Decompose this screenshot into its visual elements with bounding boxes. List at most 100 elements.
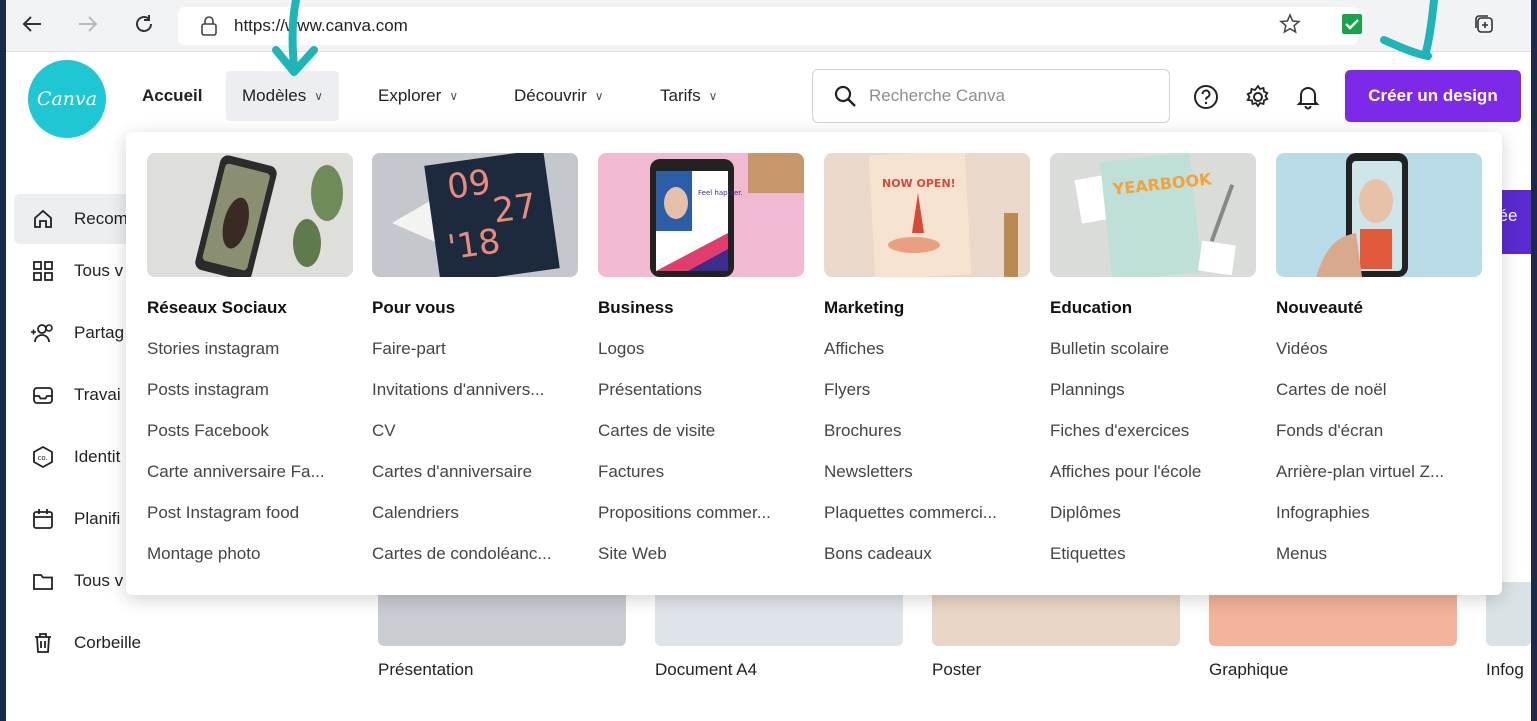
nav-tarifs[interactable]: Tarifs ∨	[644, 71, 733, 121]
card-label-infographic[interactable]: Infog	[1486, 660, 1524, 680]
menu-item[interactable]: Calendriers	[372, 503, 578, 523]
thumb-for-you[interactable]: 09 27 '18	[372, 153, 578, 277]
thumb-marketing[interactable]: NOW OPEN!	[824, 153, 1030, 277]
help-icon[interactable]	[1192, 83, 1220, 111]
menu-item[interactable]: Plannings	[1050, 380, 1256, 400]
menu-item[interactable]: Post Instagram food	[147, 503, 353, 523]
menu-item[interactable]: Posts Facebook	[147, 421, 353, 441]
menu-item[interactable]: Cartes de visite	[598, 421, 804, 441]
column-title[interactable]: Réseaux Sociaux	[147, 298, 287, 318]
shared-users-icon	[28, 322, 58, 344]
column-title[interactable]: Marketing	[824, 298, 904, 318]
column-title[interactable]: Education	[1050, 298, 1132, 318]
thumb-date-year: '18	[445, 221, 503, 268]
menu-item[interactable]: Diplômes	[1050, 503, 1256, 523]
screen: https://www.canva.com Canva Accueil Modè…	[6, 0, 1531, 721]
back-arrow-icon[interactable]	[20, 12, 44, 36]
menu-item[interactable]: Présentations	[598, 380, 804, 400]
search-input[interactable]	[869, 82, 1159, 110]
lock-icon	[200, 16, 218, 40]
thumb-feel-happier: Feel happier.	[698, 189, 743, 197]
thumb-education[interactable]: YEARBOOK	[1050, 153, 1256, 277]
menu-item[interactable]: Carte anniversaire Fa...	[147, 462, 353, 482]
chevron-down-icon: ∨	[594, 89, 604, 103]
nav-explorer[interactable]: Explorer ∨	[362, 71, 474, 121]
app-header: Canva Accueil Modèles ∨ Explorer ∨ Décou…	[6, 52, 1531, 142]
sidebar-item-label: Tous v	[74, 571, 124, 590]
menu-item[interactable]: Faire-part	[372, 339, 578, 359]
menu-item[interactable]: Montage photo	[147, 544, 353, 564]
menu-item[interactable]: Fonds d'écran	[1276, 421, 1482, 441]
reload-icon[interactable]	[132, 12, 156, 36]
menu-item[interactable]: Affiches pour l'école	[1050, 462, 1256, 482]
gear-icon[interactable]	[1244, 83, 1272, 111]
column-title[interactable]: Pour vous	[372, 298, 455, 318]
inbox-icon	[28, 384, 58, 406]
sidebar-item-trash[interactable]: Corbeille	[14, 618, 334, 668]
menu-item[interactable]: Plaquettes commerci...	[824, 503, 1030, 523]
search-box[interactable]	[812, 69, 1170, 123]
thumb-social-media[interactable]	[147, 153, 353, 277]
menu-item[interactable]: Cartes d'anniversaire	[372, 462, 578, 482]
sidebar-item-label: Recom	[74, 209, 128, 228]
nav-decouvrir[interactable]: Découvrir ∨	[498, 71, 620, 121]
address-bar[interactable]: https://www.canva.com	[178, 7, 1358, 45]
collections-icon[interactable]	[1472, 12, 1496, 36]
menu-item[interactable]: Cartes de noël	[1276, 380, 1482, 400]
column-title[interactable]: Nouveauté	[1276, 298, 1363, 318]
folder-icon	[28, 570, 58, 592]
grid-icon	[28, 260, 58, 282]
menu-item[interactable]: CV	[372, 421, 578, 441]
menu-item[interactable]: Site Web	[598, 544, 804, 564]
card-label-poster[interactable]: Poster	[932, 660, 981, 680]
menu-item[interactable]: Invitations d'annivers...	[372, 380, 578, 400]
menu-item[interactable]: Flyers	[824, 380, 1030, 400]
sidebar-item-label: Planifi	[74, 509, 121, 528]
menu-item[interactable]: Stories instagram	[147, 339, 353, 359]
menu-item[interactable]: Affiches	[824, 339, 1030, 359]
menu-item[interactable]: Posts instagram	[147, 380, 353, 400]
menu-item[interactable]: Brochures	[824, 421, 1030, 441]
svg-text:co.: co.	[38, 454, 48, 462]
browser-toolbar: https://www.canva.com	[6, 0, 1531, 52]
chevron-down-icon: ∨	[449, 89, 459, 103]
calendar-icon	[28, 508, 58, 530]
thumb-business[interactable]: Feel happier.	[598, 153, 804, 277]
menu-item[interactable]: Etiquettes	[1050, 544, 1256, 564]
nav-label: Accueil	[142, 86, 203, 105]
menu-item[interactable]: Newsletters	[824, 462, 1030, 482]
forward-arrow-icon[interactable]	[76, 12, 100, 36]
bell-icon[interactable]	[1294, 83, 1322, 111]
nav-accueil[interactable]: Accueil	[126, 71, 218, 121]
home-icon	[28, 208, 58, 230]
card-label-document[interactable]: Document A4	[655, 660, 757, 680]
brand-kit-icon: co.	[28, 446, 58, 468]
annotation-arrow-icon	[272, 0, 318, 76]
favorite-star-icon[interactable]	[1278, 12, 1302, 36]
menu-item[interactable]: Bons cadeaux	[824, 544, 1030, 564]
annotation-arrow-icon	[1380, 0, 1438, 60]
create-design-button[interactable]: Créer un design	[1345, 70, 1521, 122]
nav-label: Modèles	[242, 86, 307, 105]
menu-item[interactable]: Infographies	[1276, 503, 1482, 523]
thumb-new[interactable]	[1276, 153, 1482, 277]
nav-label: Explorer	[378, 86, 442, 105]
menu-item[interactable]: Fiches d'exercices	[1050, 421, 1256, 441]
menu-item[interactable]: Cartes de condoléanc...	[372, 544, 578, 564]
menu-item[interactable]: Factures	[598, 462, 804, 482]
menu-item[interactable]: Arrière-plan virtuel Z...	[1276, 462, 1482, 482]
menu-item[interactable]: Menus	[1276, 544, 1482, 564]
canva-logo[interactable]: Canva	[28, 60, 106, 138]
card-label-graphic[interactable]: Graphique	[1209, 660, 1288, 680]
sidebar-item-label: Corbeille	[74, 633, 142, 652]
menu-item[interactable]: Bulletin scolaire	[1050, 339, 1256, 359]
sidebar-item-label: Identit	[74, 447, 121, 466]
column-title[interactable]: Business	[598, 298, 674, 318]
thumb-date-mid: 27	[491, 186, 539, 232]
menu-item[interactable]: Propositions commer...	[598, 503, 804, 523]
extension-check-icon[interactable]	[1340, 12, 1364, 36]
menu-item[interactable]: Logos	[598, 339, 804, 359]
card-label-presentation[interactable]: Présentation	[378, 660, 473, 680]
chevron-down-icon: ∨	[708, 89, 718, 103]
menu-item[interactable]: Vidéos	[1276, 339, 1482, 359]
